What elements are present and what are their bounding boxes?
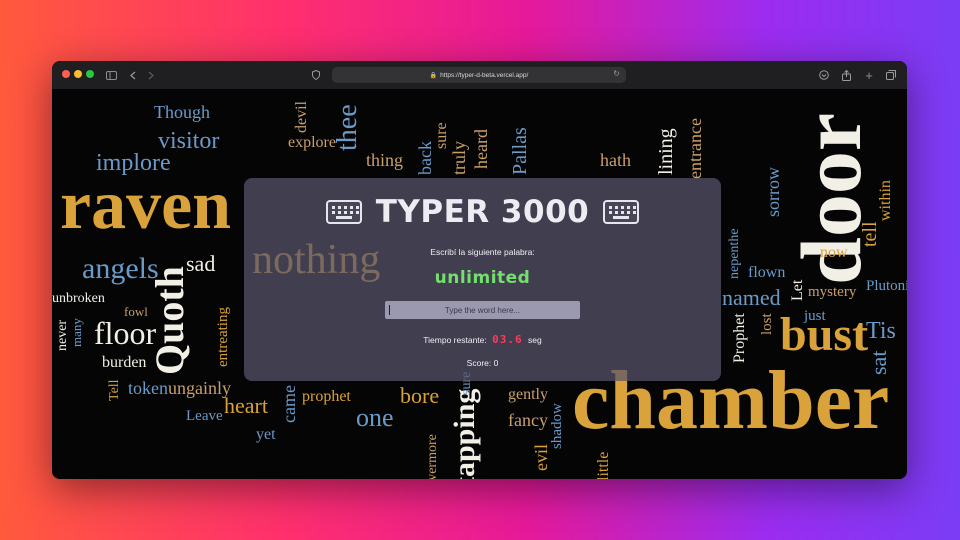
cloud-word: mystery	[808, 284, 857, 300]
cloud-word: Though	[154, 102, 210, 122]
cloud-word: lining	[655, 128, 677, 175]
browser-titlebar: 🔒 https://typer-d-beta.vercel.app/ ↻ +	[52, 61, 907, 90]
tab-overview-icon[interactable]	[885, 67, 897, 83]
cloud-word: entrance	[685, 118, 705, 179]
download-icon[interactable]	[818, 67, 830, 83]
back-icon[interactable]	[128, 67, 138, 83]
cloud-word: Leave	[186, 408, 223, 424]
cloud-word: thing	[366, 150, 404, 170]
game-title: TYPER 3000	[375, 194, 590, 230]
zoom-window-button[interactable]	[86, 70, 94, 78]
timer-value: 03.6	[492, 333, 523, 346]
cloud-word: flown	[748, 264, 786, 281]
cloud-word: Tis	[866, 318, 896, 344]
cloud-word: Plutonian	[866, 278, 907, 294]
cloud-word: prophet	[302, 388, 351, 405]
cloud-word: back	[415, 141, 435, 175]
cloud-word: just	[804, 308, 826, 324]
cloud-word: little	[595, 451, 612, 479]
new-tab-icon[interactable]: +	[863, 67, 875, 83]
sidebar-toggle-icon[interactable]	[104, 67, 118, 83]
cloud-word: tell	[859, 221, 881, 247]
cloud-word: burden	[102, 354, 147, 371]
cloud-word: floor	[94, 315, 157, 351]
cloud-word: many	[69, 318, 84, 347]
timer-row: Tiempo restante: 03.6 seg	[244, 333, 721, 346]
cloud-word: thee	[332, 104, 363, 151]
cloud-word: entreating	[215, 307, 231, 367]
cloud-word: token	[128, 378, 168, 398]
cloud-word: raven	[60, 167, 232, 244]
cloud-word: within	[877, 180, 894, 221]
forward-icon[interactable]	[146, 67, 156, 83]
cloud-word: sad	[186, 251, 216, 276]
timer-unit: seg	[528, 335, 542, 345]
share-icon[interactable]	[840, 67, 852, 83]
cloud-word: nepenthe	[727, 228, 742, 279]
url-text: https://typer-d-beta.vercel.app/	[440, 71, 529, 79]
cloud-word: fancy	[508, 410, 548, 430]
cloud-word: hath	[600, 150, 631, 170]
cloud-word: Tell	[107, 379, 122, 401]
cloud-word: Pallas	[509, 127, 531, 175]
minimize-window-button[interactable]	[74, 70, 82, 78]
game-title-row: TYPER 3000	[244, 194, 721, 230]
cloud-word: evil	[531, 444, 551, 471]
privacy-shield-icon[interactable]	[310, 67, 322, 83]
cloud-word: one	[356, 403, 394, 432]
cloud-word: fowl	[124, 304, 148, 319]
reload-icon[interactable]: ↻	[613, 69, 620, 78]
cloud-word: gently	[508, 386, 548, 403]
cloud-word: sorrow	[763, 167, 783, 217]
cloud-word: came	[279, 385, 299, 423]
cloud-word: named	[722, 285, 781, 310]
cloud-word: yet	[256, 426, 276, 443]
cloud-word: evermore	[425, 434, 440, 479]
cloud-word: Prophet	[731, 313, 748, 363]
cloud-word: lost	[759, 313, 775, 335]
target-word: unlimited	[434, 268, 531, 288]
cloud-word: unbroken	[52, 291, 105, 306]
cloud-word: angels	[82, 252, 159, 285]
lock-icon: 🔒	[429, 72, 438, 79]
cloud-word: shadow	[549, 403, 565, 449]
cloud-word: devil	[293, 101, 310, 133]
close-window-button[interactable]	[62, 70, 70, 78]
page-content: raven door chamber bust Quoth angels flo…	[52, 89, 907, 479]
cloud-word: truly	[449, 141, 469, 175]
browser-window: 🔒 https://typer-d-beta.vercel.app/ ↻ + r…	[52, 61, 907, 479]
word-input[interactable]	[385, 301, 580, 319]
cloud-word: Let	[789, 279, 806, 301]
keyboard-icon	[325, 200, 362, 224]
cloud-word: heard	[471, 129, 491, 169]
instruction-text: Escribí la siguiente palabra:	[430, 247, 535, 257]
cloud-word: bore	[400, 383, 440, 408]
keyboard-icon	[603, 200, 640, 224]
cloud-word: ungainly	[168, 378, 231, 398]
cloud-word: visitor	[158, 128, 220, 154]
text-caret	[389, 305, 390, 315]
cloud-word: heart	[224, 393, 268, 418]
cloud-word: never	[55, 319, 70, 351]
timer-label: Tiempo restante:	[423, 335, 487, 345]
cloud-word: now	[820, 244, 848, 261]
address-bar[interactable]: 🔒 https://typer-d-beta.vercel.app/ ↻	[332, 67, 626, 83]
cloud-word: tapping	[448, 388, 481, 479]
score-text: Score: 0	[466, 358, 499, 368]
cloud-word: sat	[866, 350, 891, 375]
cloud-word: implore	[96, 150, 171, 176]
cloud-word: sure	[433, 122, 450, 149]
game-card: TYPER 3000 Escribí la siguiente palabra:…	[244, 178, 721, 381]
cloud-word: explore	[288, 134, 336, 151]
